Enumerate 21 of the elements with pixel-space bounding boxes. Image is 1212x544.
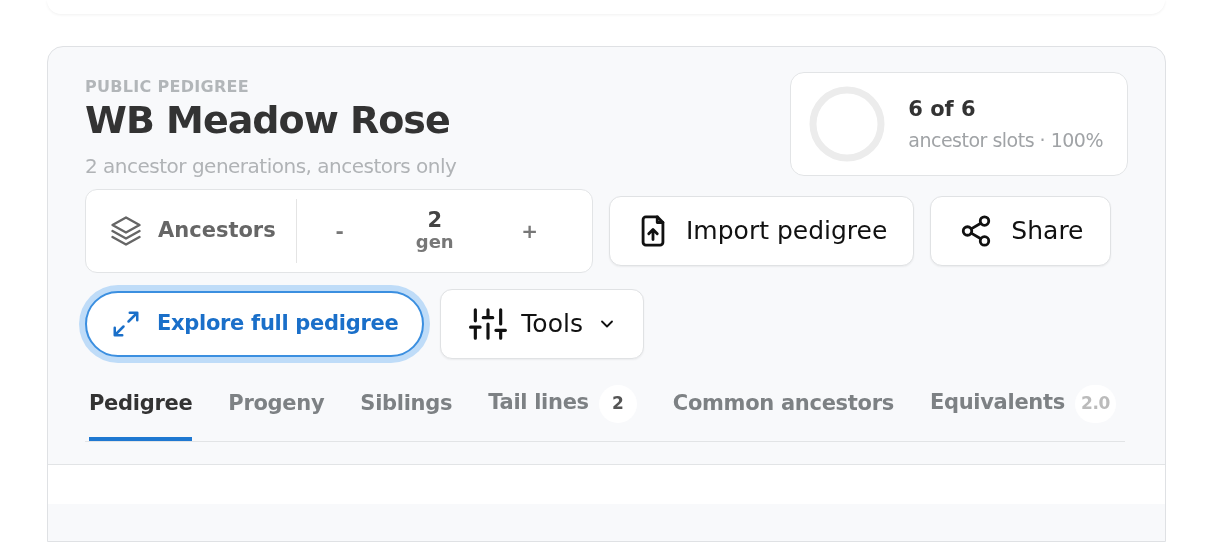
eyebrow-label: PUBLIC PEDIGREE xyxy=(85,76,251,98)
generation-unit: gen xyxy=(414,232,455,253)
generation-count: 2 xyxy=(426,209,444,233)
share-button[interactable]: Share xyxy=(930,195,1111,266)
pedigree-subtitle: 2 ancestor generations, ancestors only xyxy=(85,152,457,180)
tab[interactable]: Tail lines 2 xyxy=(488,374,637,441)
import-button[interactable]: Import pedigree xyxy=(609,195,915,266)
tab[interactable]: Common ancestors xyxy=(672,374,894,441)
slot-caption: ancestor slots · 100% xyxy=(908,127,1103,153)
mode-label[interactable]: Ancestors xyxy=(158,214,276,247)
tab[interactable]: Equivalents 2.0 xyxy=(929,374,1117,441)
tab[interactable]: Pedigree xyxy=(89,374,193,441)
count-badge: 2 xyxy=(598,384,637,423)
increment-button[interactable]: + xyxy=(494,214,565,247)
tab[interactable]: Progeny xyxy=(228,374,325,441)
tools-dropdown[interactable]: Tools xyxy=(440,288,644,359)
decrement-button[interactable]: - xyxy=(304,214,375,247)
slot-count: 6 of 6 xyxy=(908,96,977,123)
count-badge: 2.0 xyxy=(1074,384,1117,423)
tab[interactable]: Siblings xyxy=(360,374,453,441)
horse-name-title: WB Meadow Rose xyxy=(85,99,451,143)
